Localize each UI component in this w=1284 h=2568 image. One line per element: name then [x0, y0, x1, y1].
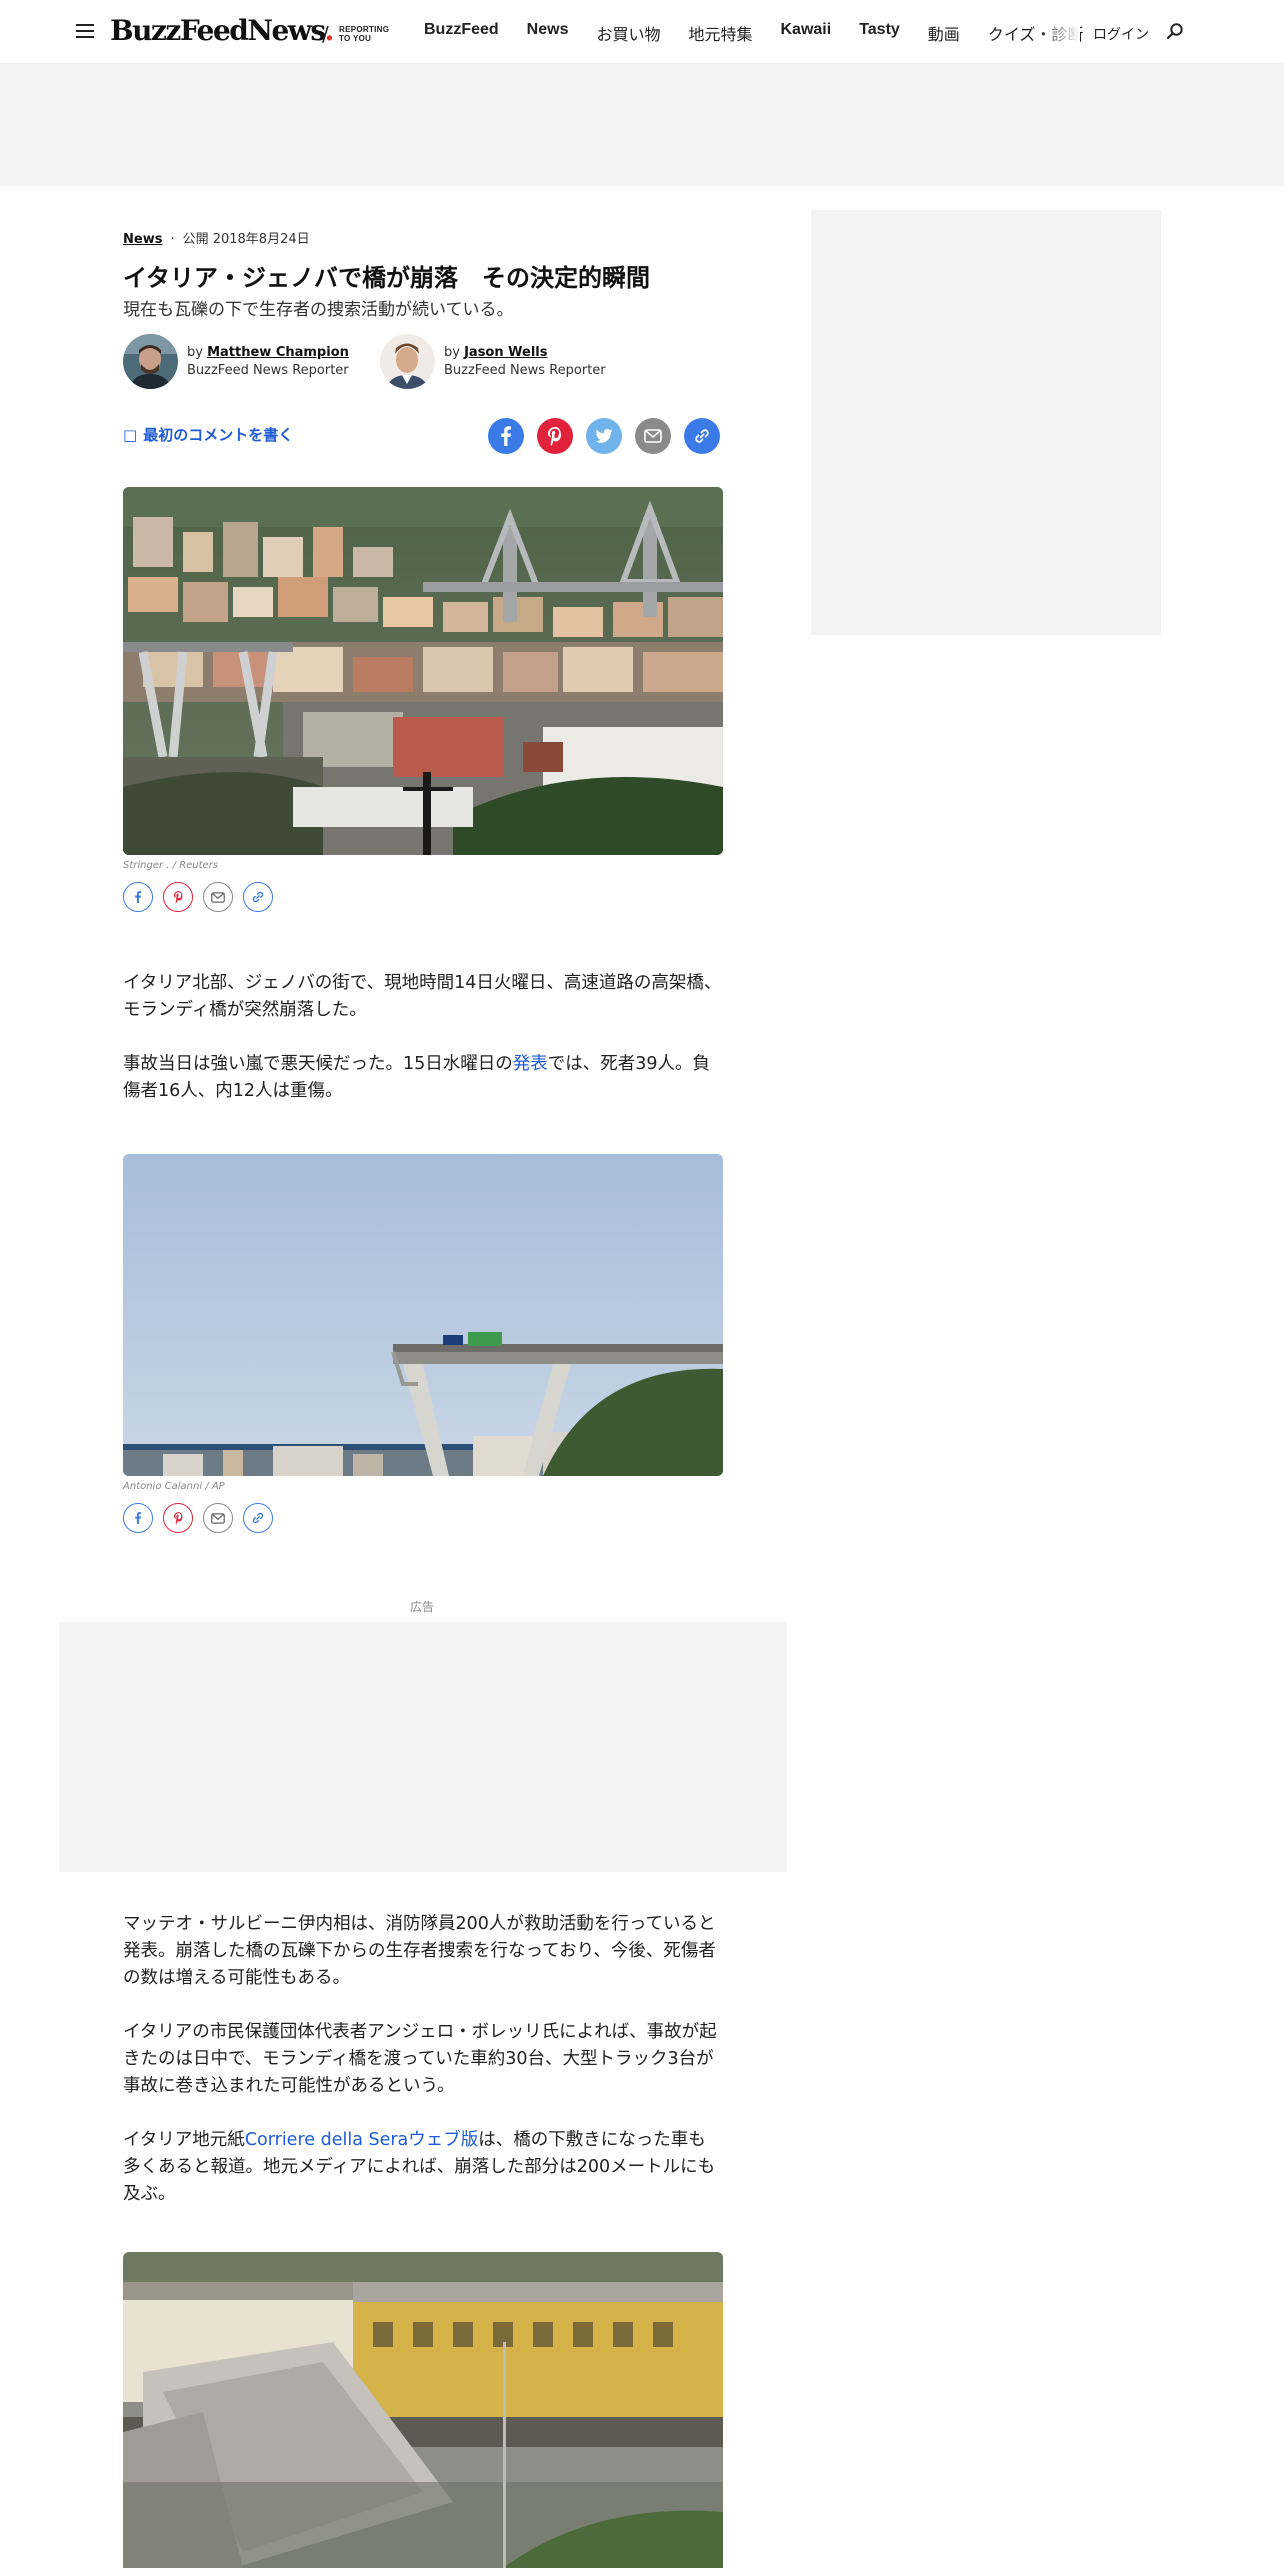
- nav-item-2[interactable]: お買い物: [596, 21, 660, 45]
- publish-date: 公開 2018年8月24日: [182, 232, 310, 247]
- photo-credit: Antonio Calanni / AP: [123, 1481, 225, 1492]
- article-title: イタリア・ジェノバで橋が崩落 その決定的瞬間: [123, 264, 651, 292]
- email-icon[interactable]: [203, 882, 233, 912]
- nav-item-3[interactable]: 地元特集: [688, 21, 752, 45]
- photo-share-bar: [123, 1503, 273, 1533]
- article-photo[interactable]: [123, 487, 723, 855]
- link-icon[interactable]: [684, 418, 720, 454]
- email-icon[interactable]: [203, 1503, 233, 1533]
- article-photo[interactable]: [123, 2252, 723, 2568]
- pinterest-icon[interactable]: [163, 1503, 193, 1533]
- pinterest-icon[interactable]: [163, 882, 193, 912]
- email-icon[interactable]: [635, 418, 671, 454]
- author-name[interactable]: Jason Wells: [464, 345, 547, 360]
- top-ad-placeholder: [0, 64, 1284, 186]
- nav-item-0[interactable]: BuzzFeed: [424, 21, 499, 45]
- nav-item-1[interactable]: News: [527, 21, 569, 45]
- pinterest-icon[interactable]: [537, 418, 573, 454]
- in-article-ad-placeholder: [59, 1622, 787, 1872]
- comment-icon: □: [123, 426, 138, 444]
- article-paragraph: イタリア地元紙Corriere della Seraウェブ版は、橋の下敷きになっ…: [123, 2130, 716, 2204]
- logo-tagline: REPORTING TO YOU: [339, 25, 390, 43]
- twitter-icon[interactable]: [586, 418, 622, 454]
- author-name[interactable]: Matthew Champion: [207, 345, 349, 360]
- nav-fade: [1040, 14, 1080, 48]
- article-meta: News · 公開 2018年8月24日: [123, 232, 310, 247]
- write-first-comment-link[interactable]: □ 最初のコメントを書く: [123, 424, 293, 445]
- nav-item-4[interactable]: Kawaii: [781, 21, 832, 45]
- author-role: BuzzFeed News Reporter: [444, 363, 606, 378]
- hamburger-icon[interactable]: [76, 24, 94, 38]
- article-paragraph: 事故当日は強い嵐で悪天候だった。15日水曜日の発表では、死者39人。負傷者16人…: [123, 1054, 711, 1101]
- article-paragraph: マッテオ・サルビーニ伊内相は、消防隊員200人が救助活動を行っていると発表。崩落…: [123, 1914, 716, 1988]
- author-role: BuzzFeed News Reporter: [187, 363, 349, 378]
- nav-item-6[interactable]: 動画: [928, 21, 960, 45]
- login-link[interactable]: ログイン: [1093, 24, 1149, 44]
- avatar[interactable]: [380, 334, 435, 389]
- facebook-icon[interactable]: [123, 882, 153, 912]
- link-icon[interactable]: [243, 882, 273, 912]
- site-header: BuzzFeedNews. / REPORTING TO YOU BuzzFee…: [0, 0, 1284, 64]
- search-icon[interactable]: [1166, 22, 1184, 40]
- share-bar: [488, 418, 720, 454]
- facebook-icon[interactable]: [488, 418, 524, 454]
- photo-share-bar: [123, 882, 273, 912]
- category-link[interactable]: News: [123, 232, 162, 247]
- avatar[interactable]: [123, 334, 178, 389]
- photo-credit: Stringer . / Reuters: [123, 860, 219, 871]
- article-paragraph: イタリアの市民保護団体代表者アンジェロ・ボレッリ氏によれば、事故が起きたのは日中…: [123, 2022, 717, 2096]
- link-icon[interactable]: [243, 1503, 273, 1533]
- article-dek: 現在も瓦礫の下で生存者の捜索活動が続いている。: [123, 300, 514, 320]
- article-paragraph: イタリア北部、ジェノバの街で、現地時間14日火曜日、高速道路の高架橋、モランディ…: [123, 973, 722, 1020]
- nav-item-5[interactable]: Tasty: [859, 21, 900, 45]
- facebook-icon[interactable]: [123, 1503, 153, 1533]
- corriere-della-sera-link[interactable]: Corriere della Seraウェブ版: [245, 2130, 478, 2150]
- announcement-link[interactable]: 発表: [513, 1054, 548, 1074]
- logo-divider: /: [322, 22, 329, 46]
- buzzfeed-news-logo[interactable]: BuzzFeedNews.: [110, 14, 334, 47]
- sidebar-ad-placeholder: [811, 210, 1161, 635]
- main-nav: BuzzFeed News お買い物 地元特集 Kawaii Tasty 動画 クイズ・診断: [424, 21, 1111, 45]
- ad-label: 広告: [409, 1600, 434, 1614]
- article-photo[interactable]: [123, 1154, 723, 1476]
